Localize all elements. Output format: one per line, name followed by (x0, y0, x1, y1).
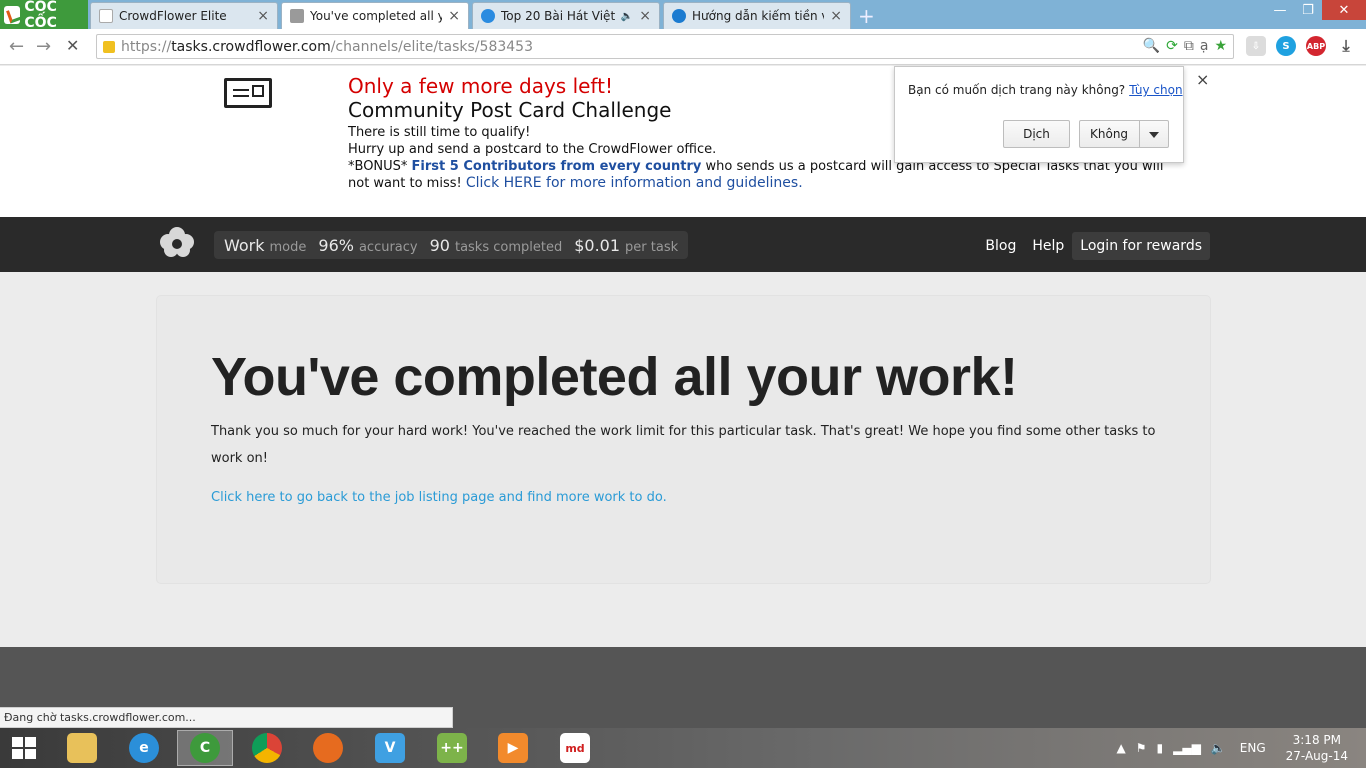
bookmark-star-icon[interactable]: ★ (1214, 38, 1227, 54)
site-navbar: Work mode 96% accuracy 90 tasks completed $… (0, 217, 1366, 272)
extension-icons: ⇩ S ABP ⤓ (1246, 36, 1356, 56)
search-icon[interactable]: 🔍 (1143, 38, 1160, 54)
chevron-down-icon[interactable] (1149, 132, 1159, 138)
tab-close-icon[interactable]: × (257, 8, 269, 24)
speaker-icon[interactable]: 🔈 (621, 11, 633, 22)
firefox-icon[interactable] (300, 730, 356, 766)
translate-options-link[interactable]: Tùy chọn (1129, 83, 1182, 97)
battery-icon[interactable]: ▮ (1157, 741, 1164, 755)
close-translate-icon[interactable]: × (1196, 70, 1209, 89)
no-translate-label: Không (1090, 127, 1129, 141)
stop-loading-button[interactable]: ✕ (66, 36, 79, 55)
tab-close-icon[interactable]: × (448, 8, 460, 24)
forward-button[interactable]: → (36, 36, 51, 57)
close-window-button[interactable]: ✕ (1322, 0, 1366, 20)
paint-app-icon[interactable]: md (547, 730, 603, 766)
postcard-icon (224, 78, 272, 108)
page-icon (290, 9, 304, 23)
music-site-icon (481, 9, 495, 23)
crowdflower-logo-icon[interactable] (156, 225, 198, 259)
loading-status: Đang chờ tasks.crowdflower.com... (0, 707, 453, 728)
system-tray: ▲ ⚑ ▮ ▂▄▆ 🔈 ENG 3:18 PM 27-Aug-14 (1117, 728, 1366, 768)
download-box-icon[interactable]: ⇩ (1246, 36, 1266, 56)
stat-mode: Work mode (224, 235, 307, 255)
address-bar-icons: 🔍 ⟳ ⧉ ạ ★ (1143, 38, 1227, 54)
windows-taskbar: e C V ++ ▶ md ▲ ⚑ ▮ ▂▄▆ 🔈 ENG 3:18 PM 27… (0, 728, 1366, 768)
login-button[interactable]: Login for rewards (1072, 232, 1210, 260)
notepad-plus-icon[interactable]: ++ (424, 730, 480, 766)
back-button[interactable]: ← (9, 36, 24, 57)
flag-icon[interactable]: ⚑ (1136, 741, 1147, 755)
internet-explorer-icon[interactable]: e (116, 730, 172, 766)
tab-title: Top 20 Bài Hát Việt Nam (501, 9, 617, 23)
tray-icons: ▲ ⚑ ▮ ▂▄▆ 🔈 (1117, 741, 1226, 755)
page-title: You've completed all your work! (211, 347, 1018, 407)
job-listing-link[interactable]: Click here to go back to the job listing… (211, 490, 667, 505)
more-info-link[interactable]: Click HERE for more information and guid… (466, 175, 803, 191)
browser-toolbar: ← → ✕ https://tasks.crowdflower.com/chan… (0, 29, 1366, 65)
adblock-plus-icon[interactable]: ABP (1306, 36, 1326, 56)
chevron-up-icon[interactable]: ▲ (1117, 741, 1126, 755)
translate-question: Bạn có muốn dịch trang này không? Tùy chọ… (908, 83, 1183, 97)
nav-links: Blog Help Login for rewards (977, 232, 1210, 260)
file-explorer-icon[interactable] (54, 730, 110, 766)
banner-bonus: *BONUS* First 5 Contributors from every … (348, 159, 1164, 191)
tab-top-20-songs[interactable]: Top 20 Bài Hát Việt Nam 🔈 × (472, 2, 660, 29)
translate-popup: Bạn có muốn dịch trang này không? Tùy chọ… (894, 66, 1184, 163)
tab-title: Hướng dẫn kiếm tiền với s (692, 9, 824, 23)
divider (1139, 121, 1140, 147)
clock-time: 3:18 PM (1292, 733, 1341, 747)
tab-close-icon[interactable]: × (830, 8, 842, 24)
blog-link[interactable]: Blog (977, 232, 1024, 260)
brand-name: CỐC CỐC (24, 0, 57, 31)
media-player-icon[interactable]: ▶ (485, 730, 541, 766)
completion-message: Thank you so much for your hard work! Yo… (211, 424, 1156, 466)
volume-icon[interactable]: 🔈 (1211, 741, 1226, 755)
maximize-button[interactable]: ❐ (1294, 0, 1322, 20)
address-bar[interactable]: https://tasks.crowdflower.com/channels/e… (96, 34, 1234, 59)
browser-brand-logo[interactable]: CỐC CỐC (0, 0, 88, 31)
translate-button[interactable]: Dịch (1003, 120, 1070, 148)
stat-pay-rate: $0.01 per task (574, 235, 679, 255)
worker-stats: Work mode 96% accuracy 90 tasks completed $… (214, 231, 689, 259)
translate-icon[interactable]: ⧉ (1184, 38, 1194, 54)
new-tab-button[interactable]: + (858, 4, 875, 28)
skype-icon[interactable]: S (1276, 36, 1296, 56)
vimeo-icon[interactable]: V (362, 730, 418, 766)
refresh-icon[interactable]: ⟳ (1166, 38, 1178, 54)
language-indicator[interactable]: ENG (1240, 741, 1266, 755)
help-link[interactable]: Help (1024, 232, 1072, 260)
tab-completed-work[interactable]: You've completed all your × (281, 2, 469, 29)
tab-strip: CỐC CỐC CrowdFlower Elite × You've compl… (0, 0, 1366, 31)
tab-crowdflower-elite[interactable]: CrowdFlower Elite × (90, 2, 278, 29)
chrome-icon[interactable] (239, 730, 295, 766)
no-translate-button[interactable]: Không (1079, 120, 1169, 148)
site-s-icon (672, 9, 686, 23)
vietnamese-keyboard-icon[interactable]: ạ (1200, 38, 1209, 54)
coccoc-logo-icon (4, 5, 21, 24)
bonus-highlight: First 5 Contributors from every country (411, 159, 702, 174)
clock-date: 27-Aug-14 (1285, 749, 1348, 763)
url-text[interactable]: https://tasks.crowdflower.com/channels/e… (121, 39, 533, 55)
tab-title: You've completed all your (310, 9, 442, 23)
lock-icon (103, 40, 115, 53)
tab-earning-guide[interactable]: Hướng dẫn kiếm tiền với s × (663, 2, 851, 29)
tab-close-icon[interactable]: × (639, 8, 651, 24)
download-icon[interactable]: ⤓ (1336, 36, 1356, 56)
network-signal-icon[interactable]: ▂▄▆ (1173, 741, 1201, 755)
stat-tasks-completed: 90 tasks completed (429, 235, 563, 255)
minimize-button[interactable]: — (1266, 0, 1294, 20)
page-icon (99, 9, 113, 23)
coccoc-browser-icon[interactable]: C (177, 730, 233, 766)
windows-start-icon[interactable] (12, 737, 36, 759)
stat-accuracy: 96% accuracy (318, 235, 418, 255)
clock[interactable]: 3:18 PM 27-Aug-14 (1286, 732, 1348, 764)
tab-title: CrowdFlower Elite (119, 9, 227, 23)
